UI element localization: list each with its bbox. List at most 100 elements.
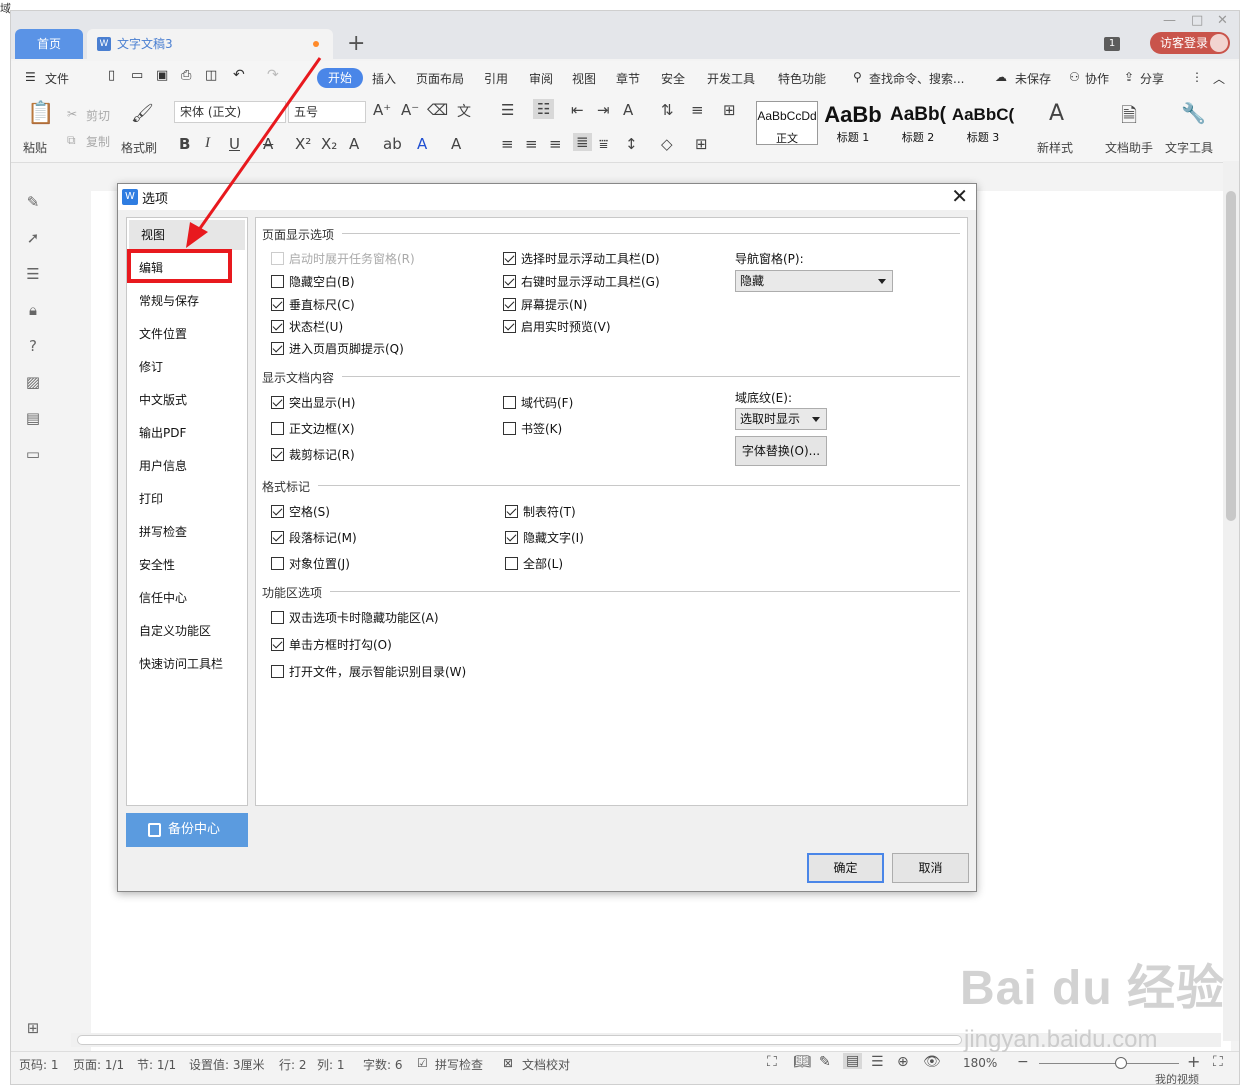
my-video-link[interactable]: 我的视频 [1155,1071,1199,1084]
status-spellcheck[interactable]: 拼写检查 [435,1056,483,1073]
category-view[interactable]: 视图 [129,220,245,250]
close-window-icon[interactable]: ✕ [1217,13,1228,28]
checkbox-all-marks[interactable]: 全部(L) [505,555,563,572]
category-spellcheck[interactable]: 拼写检查 [127,517,247,547]
status-pages[interactable]: 页面: 1/1 [73,1056,124,1073]
menu-insert[interactable]: 插入 [372,70,396,87]
font-color-icon[interactable]: A [417,135,427,153]
checkbox-hidden-text[interactable]: 隐藏文字(I) [505,529,584,546]
style-heading3[interactable]: AaBbC( 标题 3 [951,101,1015,145]
checkbox-box[interactable] [271,448,284,461]
doc-assist-icon[interactable]: 🗎 [1121,101,1137,135]
menu-review[interactable]: 审阅 [529,70,553,87]
status-setting[interactable]: 设置值: 3厘米 [189,1056,265,1073]
share-button[interactable]: 分享 [1140,70,1164,87]
checkbox-box[interactable] [505,505,518,518]
menu-file[interactable]: 文件 [45,70,69,87]
category-general-save[interactable]: 常规与保存 [127,286,247,316]
checkbox-box[interactable] [503,298,516,311]
cut-icon[interactable]: ✂ [67,107,77,121]
checkbox-tabs[interactable]: 制表符(T) [505,503,576,520]
style-normal[interactable]: AaBbCcDd 正文 [756,101,818,145]
search-icon[interactable]: ⚲ [853,70,862,84]
undo-icon[interactable]: ↶ [233,67,245,83]
spellcheck-icon[interactable]: ☑ [417,1056,428,1070]
cut-button[interactable]: 剪切 [86,107,110,124]
category-security[interactable]: 安全性 [127,550,247,580]
paste-button[interactable]: 粘贴 [23,139,47,156]
menu-security[interactable]: 安全 [661,70,685,87]
hamburger-icon[interactable]: ☰ [25,70,36,84]
zoom-slider[interactable] [1039,1063,1179,1064]
category-trust-center[interactable]: 信任中心 [127,583,247,613]
minimize-icon[interactable]: — [1163,13,1176,28]
checkbox-expand-task-pane[interactable]: 启动时展开任务窗格(R) [271,250,415,267]
checkbox-doubleclick-hide-ribbon[interactable]: 双击选项卡时隐藏功能区(A) [271,609,439,626]
checkbox-box[interactable] [503,396,516,409]
outline-icon[interactable]: ☰ [871,1054,884,1070]
checkbox-live-preview[interactable]: 启用实时预览(V) [503,318,611,335]
text-tools-button[interactable]: 文字工具 [1165,139,1213,156]
web-view-icon[interactable]: ⊕ [897,1054,909,1070]
cursor-icon[interactable]: ➚ [23,229,43,249]
clear-format-icon[interactable]: ⌫ [427,101,448,119]
checkbox-box[interactable] [271,422,284,435]
checkbox-box[interactable] [271,275,284,288]
checkbox-text-border[interactable]: 正文边框(X) [271,420,355,437]
status-proof[interactable]: 文档校对 [522,1056,570,1073]
style-heading1[interactable]: AaBb 标题 1 [821,101,885,145]
checkbox-box[interactable] [503,275,516,288]
checkbox-box[interactable] [505,557,518,570]
decrease-indent-icon[interactable]: ⇤ [571,101,584,119]
tab-document[interactable]: W 文字文稿3 [87,29,333,59]
checkbox-screen-tips[interactable]: 屏幕提示(N) [503,296,587,313]
pinyin-icon[interactable]: 文 [457,101,471,121]
gallery-icon[interactable]: ▤ [23,409,43,429]
paragraph-spacing-icon[interactable]: ↕ [625,135,638,153]
checkbox-box[interactable] [271,342,284,355]
category-chinese-layout[interactable]: 中文版式 [127,385,247,415]
write-mode-icon[interactable]: ✎ [819,1054,831,1070]
checkbox-float-toolbar-rightclick[interactable]: 右键时显示浮动工具栏(G) [503,273,660,290]
save-icon[interactable]: ▣ [156,68,168,83]
eye-icon[interactable]: 👁︎ [923,1054,941,1070]
new-style-button[interactable]: 新样式 [1037,139,1073,156]
wrench-icon[interactable]: 🔧 [1181,101,1206,125]
checkbox-box[interactable] [271,320,284,333]
paste-icon[interactable]: 📋 [27,101,54,126]
status-row[interactable]: 行: 2 [279,1056,307,1073]
checkbox-box[interactable] [271,396,284,409]
ok-button[interactable]: 确定 [807,853,884,883]
category-print[interactable]: 打印 [127,484,247,514]
distribute-icon[interactable]: ⩸ [599,135,608,153]
checkbox-object-anchors[interactable]: 对象位置(J) [271,555,350,572]
checkbox-smart-toc[interactable]: 打开文件，展示智能识别目录(W) [271,663,466,680]
font-size-select[interactable]: 五号 [288,101,366,123]
justify-icon[interactable]: ≣ [573,133,592,151]
subscript-icon[interactable]: X₂ [321,135,337,153]
checkbox-bookmarks[interactable]: 书签(K) [503,420,562,437]
dialog-close-icon[interactable]: ✕ [951,184,968,208]
visitor-login-button[interactable]: 访客登录 [1150,32,1230,54]
menu-developer[interactable]: 开发工具 [707,70,755,87]
checkbox-vertical-ruler[interactable]: 垂直标尺(C) [271,296,355,313]
checkbox-box[interactable] [271,557,284,570]
preview-icon[interactable]: ◫ [205,68,217,83]
category-export-pdf[interactable]: 输出PDF [127,418,247,448]
field-shade-select[interactable]: 选取时显示 [735,408,827,430]
category-customize-ribbon[interactable]: 自定义功能区 [127,616,247,646]
help-icon[interactable]: ? [23,337,43,357]
bullets-icon[interactable]: ☰ [501,101,514,119]
checkbox-box[interactable] [271,531,284,544]
status-section[interactable]: 节: 1/1 [137,1056,176,1073]
checkbox-hide-blank[interactable]: 隐藏空白(B) [271,273,355,290]
align-right-icon[interactable]: ≡ [549,135,562,153]
grow-font-icon[interactable]: A⁺ [373,101,391,119]
menu-features[interactable]: 特色功能 [778,70,826,87]
checkbox-box[interactable] [271,505,284,518]
apps-grid-icon[interactable]: ⊞ [23,1019,43,1039]
category-quick-access[interactable]: 快速访问工具栏 [127,649,247,679]
unsaved-status[interactable]: 未保存 [1015,70,1051,87]
superscript-icon[interactable]: X² [295,135,311,153]
open-icon[interactable]: ▭ [131,68,143,83]
